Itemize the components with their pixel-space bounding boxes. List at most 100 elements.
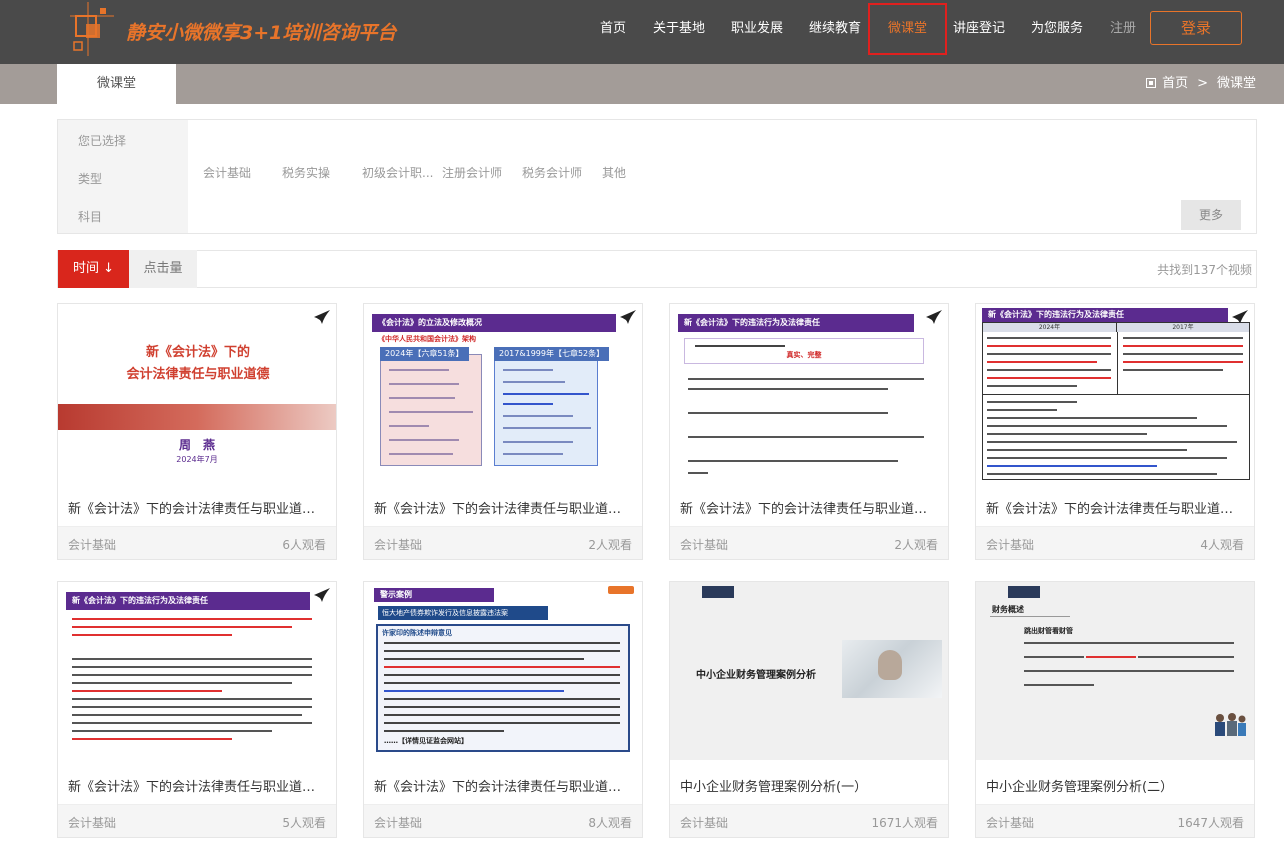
arrow-down-icon: ↓ (103, 261, 115, 276)
swallow-icon (926, 310, 942, 324)
thumb-box-head: 2017&1999年【七章52条】 (494, 347, 610, 361)
card-title[interactable]: 新《会计法》下的会计法律责任与职业道德（... (680, 498, 938, 517)
site-logo[interactable]: 静安小微微享3+1培训咨询平台 (70, 2, 396, 58)
nav-register[interactable]: 注册 (1109, 0, 1137, 58)
card-title[interactable]: 中小企业财务管理案例分析(一） (680, 776, 938, 795)
more-button[interactable]: 更多 (1181, 200, 1241, 230)
sort-by-time-button[interactable]: 时间 ↓ (58, 250, 129, 288)
card-title[interactable]: 新《会计法》下的会计法律责任与职业道德（... (68, 776, 326, 795)
filter-type-option[interactable]: 注册会计师 (442, 164, 502, 181)
video-card[interactable]: 中小企业财务管理案例分析 中小企业财务管理案例分析(一） 会计基础 1671人观… (669, 581, 949, 838)
video-thumbnail[interactable]: 新《会计法》下的违法行为及法律责任 真实、完整 (670, 304, 948, 482)
thumb-date: 2024年7月 (176, 455, 218, 464)
video-thumbnail[interactable]: 新《会计法》下的违法行为及法律责任 2024年 2017年 (976, 304, 1254, 482)
thumb-box-head: 2024年【六章51条】 (380, 347, 469, 361)
card-category: 会计基础 (68, 538, 117, 552)
logo-text: 静安小微微享3+1培训咨询平台 (126, 22, 397, 44)
thumb-title: 中小企业财务管理案例分析 (696, 670, 816, 681)
nav-microclass[interactable]: 微课堂 (868, 3, 947, 55)
swallow-icon (314, 310, 330, 324)
card-footer: 会计基础 4人观看 (976, 526, 1254, 559)
filter-selected-label: 您已选择 (78, 134, 127, 148)
card-category: 会计基础 (374, 538, 423, 552)
card-category: 会计基础 (374, 816, 423, 830)
thumb-banner: 新《会计法》下的违法行为及法律责任 (66, 592, 310, 610)
video-card[interactable]: 新《会计法》下的违法行为及法律责任 新《会计法》下的会计法律责任与职业道德（..… (57, 581, 337, 838)
thumb-title: 新《会计法》下的 会计法律责任与职业道德 (126, 345, 270, 382)
home-icon (1146, 78, 1157, 88)
filter-type-label: 类型 (78, 172, 103, 186)
filter-type-option[interactable]: 税务会计师 (522, 164, 582, 181)
thumb-decor-bar (702, 586, 734, 598)
video-thumbnail[interactable]: 财务概述 跳出财管看财管 (976, 582, 1254, 760)
card-views: 4人观看 (1200, 538, 1244, 552)
thumb-banner: 新《会计法》下的违法行为及法律责任 (678, 314, 914, 332)
nav-career[interactable]: 职业发展 (731, 0, 783, 58)
video-thumbnail[interactable]: 中小企业财务管理案例分析 (670, 582, 948, 760)
login-button[interactable]: 登录 (1150, 11, 1242, 45)
thumb-title: 财务概述 (992, 605, 1024, 614)
nav-about[interactable]: 关于基地 (653, 0, 705, 58)
video-thumbnail[interactable]: 警示案例 恒大地产债券欺诈发行及信息披露违法案 许家印的陈述申辩意见 ……【详情… (364, 582, 642, 760)
card-title[interactable]: 新《会计法》下的会计法律责任与职业道德（... (374, 498, 632, 517)
card-footer: 会计基础 8人观看 (364, 804, 642, 837)
video-card[interactable]: 警示案例 恒大地产债券欺诈发行及信息披露违法案 许家印的陈述申辩意见 ……【详情… (363, 581, 643, 838)
top-header: 静安小微微享3+1培训咨询平台 首页 关于基地 职业发展 继续教育 微课堂 讲座… (0, 0, 1284, 64)
breadcrumb-home[interactable]: 首页 (1162, 76, 1188, 91)
card-title[interactable]: 新《会计法》下的会计法律责任与职业道德（... (374, 776, 632, 795)
swallow-icon (620, 310, 636, 324)
video-thumbnail[interactable]: 新《会计法》下的 会计法律责任与职业道德 周 燕 2024年7月 (58, 304, 336, 482)
video-card[interactable]: 财务概述 跳出财管看财管 中小企业财务管理案例分析(二） 会计基础 1647人观… (975, 581, 1255, 838)
thumb-banner: 新《会计法》下的违法行为及法律责任 (982, 308, 1228, 322)
thumb-box-head: 许家印的陈述申辩意见 (382, 629, 452, 637)
video-card[interactable]: 《会计法》的立法及修改概况 《中华人民共和国会计法》架构 2024年【六章51条… (363, 303, 643, 560)
filter-labels: 您已选择 类型 科目 (58, 120, 188, 233)
video-card[interactable]: 新《会计法》下的违法行为及法律责任 真实、完整 新《会计法》下的会计法律责任与职… (669, 303, 949, 560)
thumb-box: 2024年【六章51条】 (380, 347, 482, 466)
nav-home[interactable]: 首页 (599, 0, 627, 58)
card-footer: 会计基础 6人观看 (58, 526, 336, 559)
thumb-subtitle: 恒大地产债券欺诈发行及信息披露违法案 (378, 606, 548, 620)
video-card[interactable]: 新《会计法》下的 会计法律责任与职业道德 周 燕 2024年7月 新《会计法》下的… (57, 303, 337, 560)
nav-lecture[interactable]: 讲座登记 (953, 0, 1005, 58)
card-footer: 会计基础 2人观看 (670, 526, 948, 559)
swallow-icon (314, 588, 330, 602)
thumb-highlight: 真实、完整 (786, 351, 822, 359)
thumb-subtitle: 《中华人民共和国会计法》架构 (378, 335, 476, 343)
card-title[interactable]: 中小企业财务管理案例分析(二） (986, 776, 1244, 795)
people-icon (1215, 713, 1246, 736)
filter-type-option[interactable]: 会计基础 (203, 164, 251, 181)
thumb-box: 许家印的陈述申辩意见 ……【详情见证监会网站】 (376, 624, 630, 752)
card-views: 2人观看 (894, 538, 938, 552)
nav-education[interactable]: 继续教育 (809, 0, 861, 58)
thumb-box: 2017&1999年【七章52条】 (494, 347, 610, 466)
thumb-subtitle: 跳出财管看财管 (1024, 627, 1073, 635)
sort-by-clicks-button[interactable]: 点击量 (129, 250, 197, 288)
video-card[interactable]: 新《会计法》下的违法行为及法律责任 2024年 2017年 新《会计法》下的会计… (975, 303, 1255, 560)
card-footer: 会计基础 2人观看 (364, 526, 642, 559)
result-count: 共找到137个视频 (1157, 263, 1252, 277)
sort-bar: 时间 ↓ 点击量 共找到137个视频 (57, 250, 1257, 288)
breadcrumb-separator: > (1197, 76, 1208, 91)
video-thumbnail[interactable]: 新《会计法》下的违法行为及法律责任 (58, 582, 336, 760)
breadcrumb-bar: 微课堂 首页 > 微课堂 (0, 64, 1284, 104)
section-tab[interactable]: 微课堂 (57, 64, 176, 104)
thumb-decor-strip (58, 404, 336, 430)
breadcrumb-current: 微课堂 (1216, 76, 1256, 91)
breadcrumb: 首页 > 微课堂 (1146, 64, 1256, 104)
card-title[interactable]: 新《会计法》下的会计法律责任与职业道德（... (986, 498, 1244, 517)
nav-service[interactable]: 为您服务 (1031, 0, 1083, 58)
thumb-brand-mark (608, 586, 634, 594)
filter-type-option[interactable]: 税务实操 (282, 164, 330, 181)
thumb-decor-bar (1008, 586, 1040, 598)
card-views: 2人观看 (588, 538, 632, 552)
filter-type-option[interactable]: 初级会计职... (362, 164, 433, 181)
video-thumbnail[interactable]: 《会计法》的立法及修改概况 《中华人民共和国会计法》架构 2024年【六章51条… (364, 304, 642, 482)
card-category: 会计基础 (986, 816, 1035, 830)
card-views: 8人观看 (588, 816, 632, 830)
card-views: 1647人观看 (1177, 816, 1244, 830)
card-title[interactable]: 新《会计法》下的会计法律责任与职业道德（... (68, 498, 326, 517)
filter-panel: 您已选择 类型 科目 会计基础 税务实操 初级会计职... 注册会计师 税务会计… (57, 119, 1257, 234)
filter-type-option[interactable]: 其他 (602, 164, 626, 181)
thumb-footnote: ……【详情见证监会网站】 (384, 737, 468, 745)
